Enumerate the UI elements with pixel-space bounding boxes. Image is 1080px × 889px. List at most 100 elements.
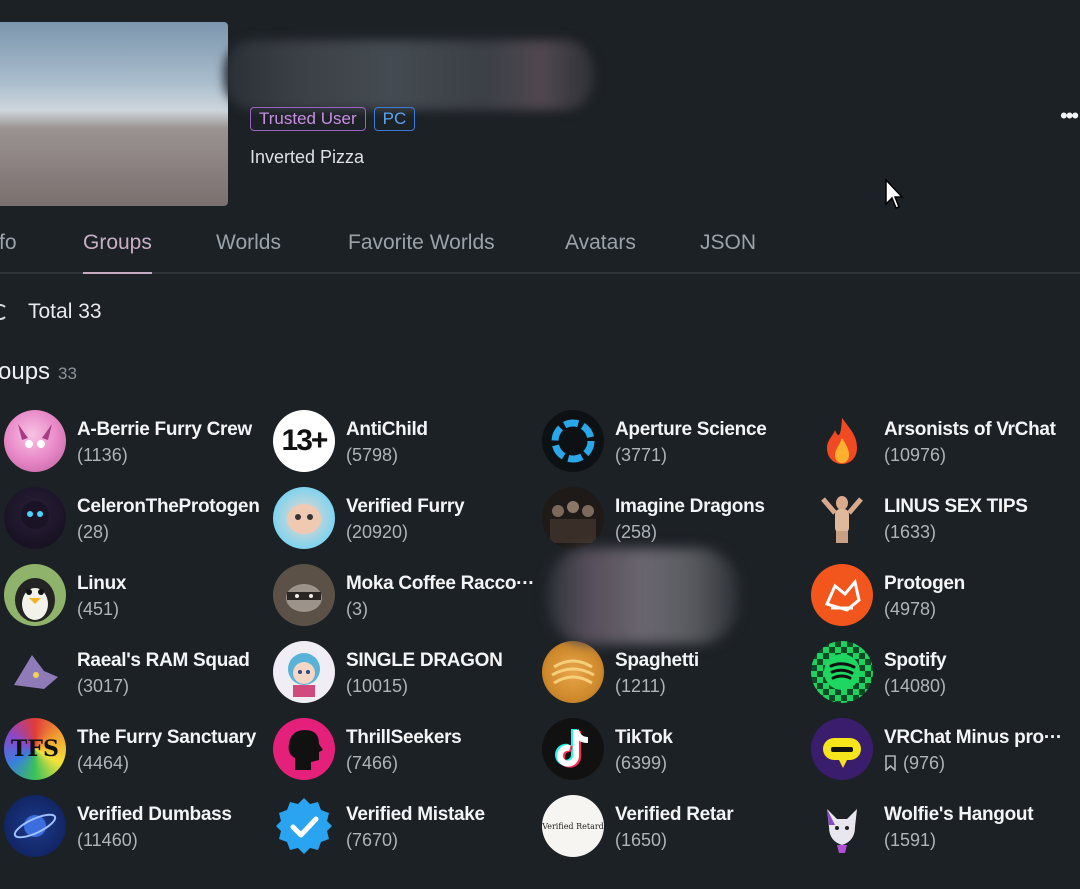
profile-badges: Trusted User PC bbox=[250, 107, 416, 131]
groups-total-row: Total 33 bbox=[0, 300, 102, 324]
group-name: Spotify bbox=[884, 650, 947, 671]
group-card[interactable]: Verified Retard Verified Retar (1650) bbox=[542, 795, 810, 859]
group-member-count: (1650) bbox=[615, 830, 668, 850]
group-member-count: (1591) bbox=[884, 830, 937, 850]
group-name: TikTok bbox=[615, 727, 673, 748]
group-member-count: (7670) bbox=[346, 830, 399, 850]
group-card[interactable]: TikTok (6399) bbox=[542, 718, 810, 782]
group-card[interactable]: Protogen (4978) bbox=[811, 564, 1079, 628]
redacted-username bbox=[224, 40, 594, 110]
group-member-count: (28) bbox=[77, 522, 110, 542]
group-avatar bbox=[811, 487, 873, 549]
group-card[interactable]: CeleronTheProtogen (28) bbox=[4, 487, 272, 551]
group-name: LINUS SEX TIPS bbox=[884, 496, 1028, 517]
group-name: VRChat Minus pro··· bbox=[884, 727, 1062, 748]
group-name: AntiChild bbox=[346, 419, 428, 440]
tab-json[interactable]: JSON bbox=[700, 231, 756, 272]
group-avatar bbox=[4, 641, 66, 703]
group-name: Aperture Science bbox=[615, 419, 767, 440]
group-name: ThrillSeekers bbox=[346, 727, 462, 748]
group-member-count: (1211) bbox=[615, 676, 666, 696]
group-avatar bbox=[542, 718, 604, 780]
group-member-count: (4464) bbox=[77, 753, 130, 773]
group-card[interactable]: Verified Mistake (7670) bbox=[273, 795, 541, 859]
group-card[interactable]: Aperture Science (3771) bbox=[542, 410, 810, 474]
group-name: CeleronTheProtogen bbox=[77, 496, 260, 517]
groups-section-header: roups 33 bbox=[0, 358, 77, 386]
group-member-count: (5798) bbox=[346, 445, 399, 465]
group-member-count: (451) bbox=[77, 599, 120, 619]
group-name: Verified Dumbass bbox=[77, 804, 232, 825]
group-member-count: (10015) bbox=[346, 676, 409, 696]
tab-groups[interactable]: Groups bbox=[83, 231, 152, 274]
tab-favorite-worlds[interactable]: Favorite Worlds bbox=[348, 231, 495, 272]
group-avatar: 13+ bbox=[273, 410, 335, 472]
mouse-cursor-icon bbox=[885, 178, 904, 209]
group-member-count: (11460) bbox=[77, 830, 138, 850]
group-card[interactable]: Verified Furry (20920) bbox=[273, 487, 541, 551]
group-name: Verified Mistake bbox=[346, 804, 485, 825]
group-avatar bbox=[273, 487, 335, 549]
tab-worlds[interactable]: Worlds bbox=[216, 231, 281, 272]
tab-avatars[interactable]: Avatars bbox=[565, 231, 636, 272]
groups-section-title: roups bbox=[0, 358, 51, 385]
group-avatar bbox=[811, 410, 873, 472]
group-member-count: (3) bbox=[346, 599, 368, 619]
profile-tabs: fo Groups Worlds Favorite Worlds Avatars… bbox=[0, 222, 1080, 274]
refresh-icon[interactable] bbox=[0, 301, 8, 323]
group-card[interactable]: 13+ AntiChild (5798) bbox=[273, 410, 541, 474]
group-member-count: (258) bbox=[615, 522, 658, 542]
group-name: Verified Retar bbox=[615, 804, 734, 825]
group-card[interactable]: LINUS SEX TIPS (1633) bbox=[811, 487, 1079, 551]
group-name: Raeal's RAM Squad bbox=[77, 650, 250, 671]
group-card[interactable]: SINGLE DRAGON (10015) bbox=[273, 641, 541, 705]
group-card[interactable]: ThrillSeekers (7466) bbox=[273, 718, 541, 782]
group-avatar bbox=[4, 410, 66, 472]
group-card[interactable]: TFS The Furry Sanctuary (4464) bbox=[4, 718, 272, 782]
profile-banner-image[interactable] bbox=[0, 22, 228, 206]
group-name: Verified Furry bbox=[346, 496, 465, 517]
group-member-count: (1633) bbox=[884, 522, 937, 542]
bookmark-icon bbox=[885, 755, 896, 772]
groups-section-count: 33 bbox=[58, 364, 77, 383]
group-avatar bbox=[542, 641, 604, 703]
group-card[interactable]: Spotify (14080) bbox=[811, 641, 1079, 705]
group-name: Protogen bbox=[884, 573, 965, 594]
redacted-group-card bbox=[548, 548, 738, 644]
group-name: Imagine Dragons bbox=[615, 496, 765, 517]
group-card[interactable]: A-Berrie Furry Crew (1136) bbox=[4, 410, 272, 474]
group-card[interactable]: Verified Dumbass (11460) bbox=[4, 795, 272, 859]
group-avatar bbox=[542, 410, 604, 472]
group-member-count: (3017) bbox=[77, 676, 130, 696]
group-member-count: (976) bbox=[884, 753, 945, 774]
group-avatar bbox=[273, 564, 335, 626]
group-avatar: TFS bbox=[4, 718, 66, 780]
ellipsis-icon[interactable]: ••• bbox=[1060, 105, 1080, 127]
group-name: Linux bbox=[77, 573, 127, 594]
group-avatar bbox=[4, 487, 66, 549]
group-name: Arsonists of VrChat bbox=[884, 419, 1056, 440]
group-card[interactable]: Moka Coffee Racco··· (3) bbox=[273, 564, 541, 628]
tab-info[interactable]: fo bbox=[0, 231, 17, 272]
group-card[interactable]: VRChat Minus pro··· (976) bbox=[811, 718, 1079, 782]
group-member-count: (4978) bbox=[884, 599, 937, 619]
group-card[interactable]: Raeal's RAM Squad (3017) bbox=[4, 641, 272, 705]
group-avatar bbox=[811, 795, 873, 857]
group-card[interactable]: Wolfie's Hangout (1591) bbox=[811, 795, 1079, 859]
group-card[interactable]: Imagine Dragons (258) bbox=[542, 487, 810, 551]
group-member-count: (10976) bbox=[884, 445, 947, 465]
group-avatar bbox=[4, 795, 66, 857]
group-avatar bbox=[811, 718, 873, 780]
group-name: A-Berrie Furry Crew bbox=[77, 419, 252, 440]
group-card[interactable]: Arsonists of VrChat (10976) bbox=[811, 410, 1079, 474]
group-card[interactable]: Linux (451) bbox=[4, 564, 272, 628]
trust-rank-badge: Trusted User bbox=[250, 107, 366, 131]
group-card[interactable]: Spaghetti (1211) bbox=[542, 641, 810, 705]
group-name: The Furry Sanctuary bbox=[77, 727, 257, 748]
group-member-count: (20920) bbox=[346, 522, 409, 542]
group-avatar bbox=[4, 564, 66, 626]
status-description: Inverted Pizza bbox=[250, 147, 365, 167]
group-member-count: (7466) bbox=[346, 753, 399, 773]
group-avatar bbox=[273, 795, 335, 857]
group-member-count: (1136) bbox=[77, 445, 128, 465]
